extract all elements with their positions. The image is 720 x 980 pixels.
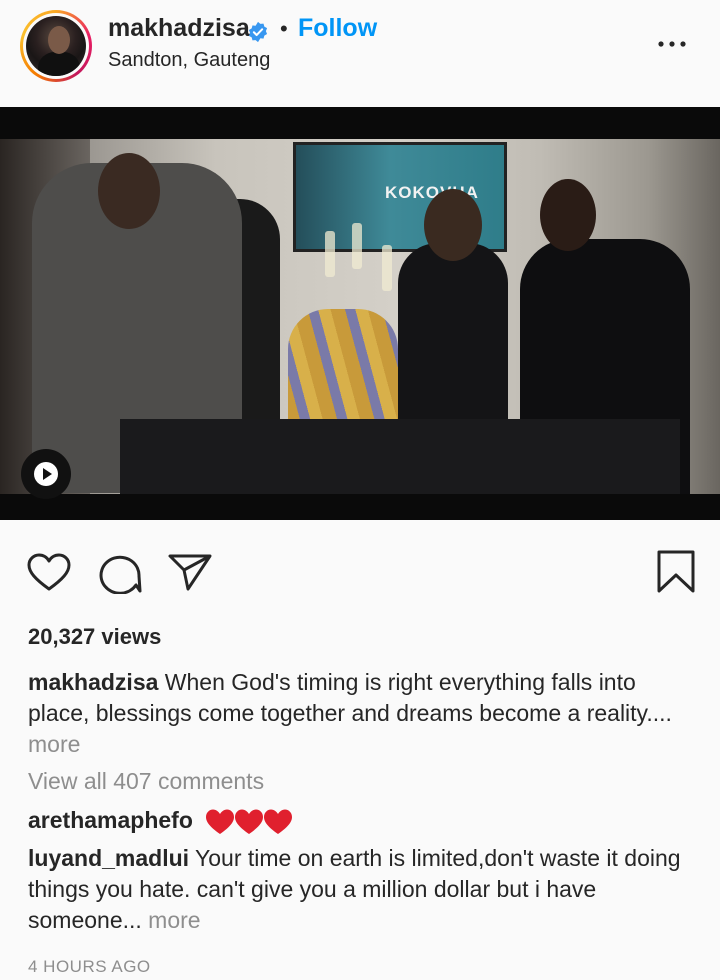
post-caption: makhadzisa When God's timing is right ev… <box>28 667 698 760</box>
scene-person <box>288 309 398 429</box>
post-header: makhadzisa • Follow Sandton, Gauteng <box>0 0 720 105</box>
scene-glass <box>382 245 392 291</box>
comment-username[interactable]: arethamaphefo <box>28 807 193 833</box>
post-timestamp: 4 HOURS AGO <box>28 957 151 976</box>
avatar-image <box>26 16 86 76</box>
comment-username[interactable]: luyand_madlui <box>28 845 189 871</box>
send-icon[interactable] <box>167 552 213 592</box>
comment-item: arethamaphefo <box>28 805 295 836</box>
view-count[interactable]: 20,327 views <box>28 624 161 650</box>
avatar-frame <box>23 13 89 79</box>
heart-icon[interactable] <box>27 553 71 593</box>
more-options-icon[interactable] <box>656 34 688 54</box>
bookmark-icon[interactable] <box>656 550 696 594</box>
video-play-icon[interactable] <box>21 449 71 499</box>
comment-more-link[interactable]: more <box>142 907 200 933</box>
verified-badge-icon <box>248 21 268 43</box>
post-video[interactable]: KOKOVHA <box>0 107 720 520</box>
separator-dot: • <box>280 16 288 41</box>
scene-person-head <box>98 153 160 229</box>
caption-username[interactable]: makhadzisa <box>28 669 158 695</box>
comment-item: luyand_madlui Your time on earth is limi… <box>28 843 698 936</box>
action-bar <box>0 540 720 605</box>
scene-glass <box>325 231 335 277</box>
scene-person-head <box>540 179 596 251</box>
play-triangle <box>43 468 52 480</box>
red-hearts-emoji <box>206 809 293 834</box>
post-location[interactable]: Sandton, Gauteng <box>108 49 270 72</box>
comment-icon[interactable] <box>98 552 142 594</box>
scene-person <box>398 243 508 443</box>
scene-glass <box>352 223 362 269</box>
view-all-comments-link[interactable]: View all 407 comments <box>28 768 264 795</box>
scene-person-head <box>424 189 482 261</box>
scene-table <box>120 419 680 494</box>
post-username[interactable]: makhadzisa <box>108 14 250 43</box>
caption-more-link[interactable]: more <box>28 731 80 757</box>
video-frame: KOKOVHA <box>0 139 720 494</box>
follow-button[interactable]: Follow <box>298 14 377 43</box>
profile-avatar[interactable] <box>20 10 92 82</box>
